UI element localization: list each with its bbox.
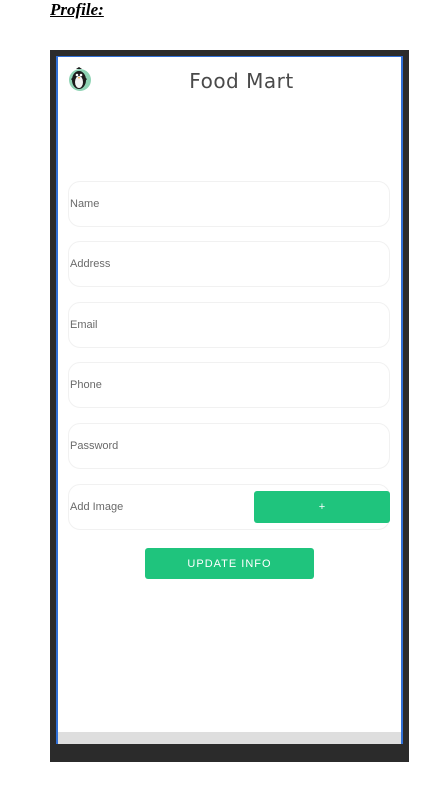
phone-input[interactable] [69, 363, 389, 407]
name-input[interactable] [69, 182, 389, 226]
phone-field[interactable] [68, 362, 390, 408]
address-input[interactable] [69, 242, 389, 286]
name-field[interactable] [68, 181, 390, 227]
address-field[interactable] [68, 241, 390, 287]
device-frame: Food Mart Add Image + UPDATE INFO [50, 50, 409, 762]
document-heading: Profile: [50, 0, 104, 19]
update-info-button[interactable]: UPDATE INFO [145, 548, 314, 579]
password-field[interactable] [68, 423, 390, 469]
add-image-label: Add Image [70, 501, 124, 513]
password-input[interactable] [69, 424, 389, 468]
email-field[interactable] [68, 302, 390, 348]
email-input[interactable] [69, 303, 389, 347]
add-image-button[interactable]: + [254, 491, 390, 523]
add-image-row: Add Image + [68, 484, 390, 530]
app-screen: Food Mart Add Image + UPDATE INFO [56, 56, 403, 744]
page: Profile: Food Mart Name Address Email Ph… [0, 0, 437, 792]
bottom-navigation-bar [58, 732, 401, 744]
app-title: Food Mart [189, 69, 294, 93]
